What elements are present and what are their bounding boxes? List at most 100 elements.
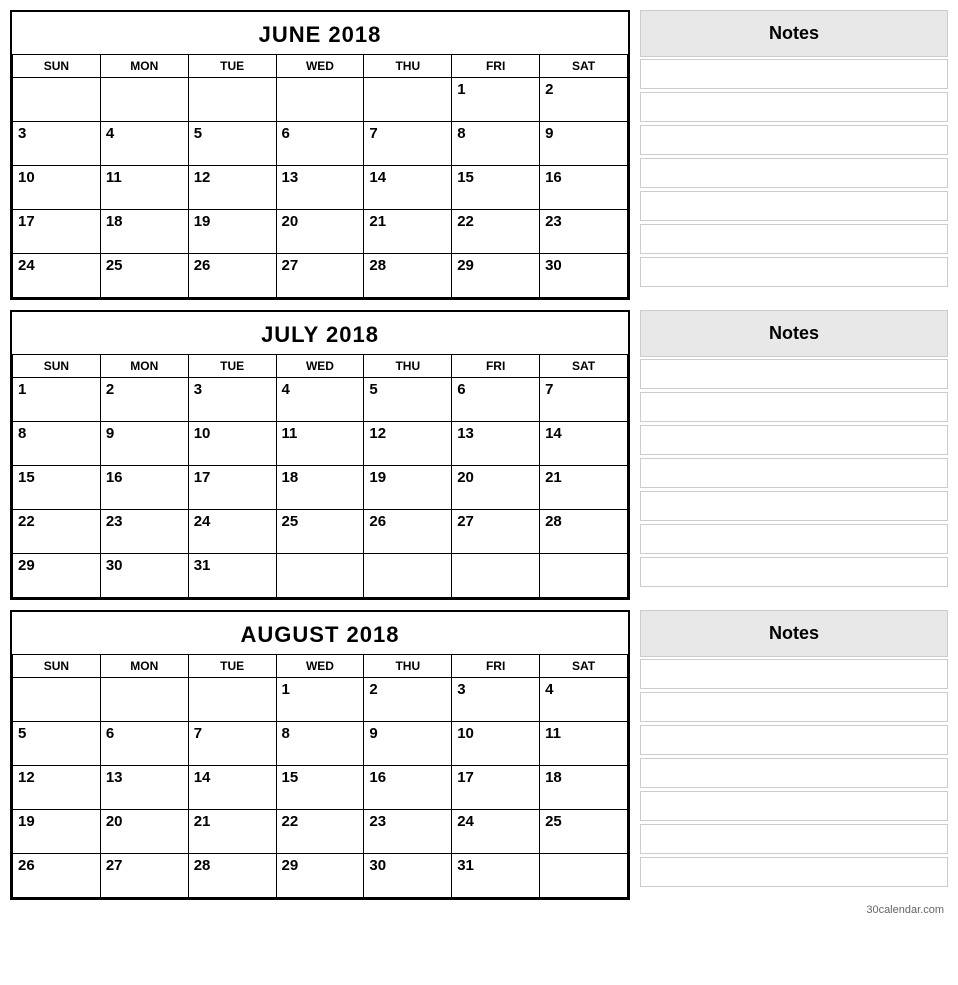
day-9: 9 (364, 722, 452, 766)
table-row: 262728293031 (13, 854, 628, 898)
notes-line[interactable] (640, 224, 948, 254)
day-header-thu: THU (364, 55, 452, 78)
calendar-table-june-2018: SUNMONTUEWEDTHUFRISAT1234567891011121314… (12, 54, 628, 298)
day-12: 12 (13, 766, 101, 810)
day-header-sat: SAT (540, 355, 628, 378)
day-8: 8 (452, 122, 540, 166)
table-row: 24252627282930 (13, 254, 628, 298)
notes-line[interactable] (640, 392, 948, 422)
day-17: 17 (188, 466, 276, 510)
day-3: 3 (188, 378, 276, 422)
day-6: 6 (100, 722, 188, 766)
day-header-wed: WED (276, 55, 364, 78)
day-2: 2 (100, 378, 188, 422)
day-5: 5 (364, 378, 452, 422)
table-row: 3456789 (13, 122, 628, 166)
notes-line[interactable] (640, 659, 948, 689)
notes-line[interactable] (640, 557, 948, 587)
notes-line[interactable] (640, 758, 948, 788)
day-20: 20 (100, 810, 188, 854)
day-7: 7 (540, 378, 628, 422)
day-9: 9 (100, 422, 188, 466)
empty-day (188, 78, 276, 122)
day-14: 14 (364, 166, 452, 210)
notes-line[interactable] (640, 59, 948, 89)
notes-header-2: Notes (640, 610, 948, 657)
notes-line[interactable] (640, 359, 948, 389)
notes-line[interactable] (640, 857, 948, 887)
empty-day (364, 554, 452, 598)
day-14: 14 (540, 422, 628, 466)
day-header-fri: FRI (452, 655, 540, 678)
day-header-wed: WED (276, 355, 364, 378)
day-27: 27 (100, 854, 188, 898)
table-row: 1234 (13, 678, 628, 722)
notes-line[interactable] (640, 491, 948, 521)
day-24: 24 (452, 810, 540, 854)
day-1: 1 (276, 678, 364, 722)
table-row: 293031 (13, 554, 628, 598)
day-10: 10 (13, 166, 101, 210)
day-12: 12 (188, 166, 276, 210)
day-9: 9 (540, 122, 628, 166)
notes-lines-2 (640, 659, 948, 900)
day-21: 21 (364, 210, 452, 254)
notes-line[interactable] (640, 425, 948, 455)
empty-day (100, 678, 188, 722)
day-29: 29 (13, 554, 101, 598)
notes-line[interactable] (640, 191, 948, 221)
day-2: 2 (540, 78, 628, 122)
table-row: 19202122232425 (13, 810, 628, 854)
day-25: 25 (540, 810, 628, 854)
day-14: 14 (188, 766, 276, 810)
day-header-sun: SUN (13, 55, 101, 78)
day-2: 2 (364, 678, 452, 722)
notes-line[interactable] (640, 725, 948, 755)
day-1: 1 (13, 378, 101, 422)
notes-line[interactable] (640, 92, 948, 122)
day-18: 18 (100, 210, 188, 254)
day-5: 5 (188, 122, 276, 166)
day-18: 18 (540, 766, 628, 810)
day-15: 15 (452, 166, 540, 210)
notes-line[interactable] (640, 125, 948, 155)
notes-line[interactable] (640, 257, 948, 287)
notes-line[interactable] (640, 458, 948, 488)
day-16: 16 (540, 166, 628, 210)
day-24: 24 (188, 510, 276, 554)
day-header-tue: TUE (188, 55, 276, 78)
day-20: 20 (452, 466, 540, 510)
day-header-mon: MON (100, 55, 188, 78)
day-header-wed: WED (276, 655, 364, 678)
day-11: 11 (276, 422, 364, 466)
table-row: 15161718192021 (13, 466, 628, 510)
day-6: 6 (452, 378, 540, 422)
table-row: 1234567 (13, 378, 628, 422)
day-header-sat: SAT (540, 55, 628, 78)
day-25: 25 (100, 254, 188, 298)
day-8: 8 (276, 722, 364, 766)
day-30: 30 (540, 254, 628, 298)
table-row: 10111213141516 (13, 166, 628, 210)
day-header-thu: THU (364, 655, 452, 678)
empty-day (276, 78, 364, 122)
day-26: 26 (364, 510, 452, 554)
footer-text: 30calendar.com (10, 900, 948, 916)
day-10: 10 (452, 722, 540, 766)
notes-line[interactable] (640, 791, 948, 821)
notes-line[interactable] (640, 158, 948, 188)
notes-line[interactable] (640, 524, 948, 554)
day-19: 19 (364, 466, 452, 510)
day-1: 1 (452, 78, 540, 122)
main-container: JUNE 2018SUNMONTUEWEDTHUFRISAT1234567891… (10, 10, 948, 900)
day-22: 22 (276, 810, 364, 854)
notes-line[interactable] (640, 692, 948, 722)
day-19: 19 (13, 810, 101, 854)
notes-line[interactable] (640, 824, 948, 854)
day-29: 29 (276, 854, 364, 898)
day-3: 3 (13, 122, 101, 166)
notes-column: NotesNotesNotes (640, 10, 948, 900)
notes-section-1: Notes (640, 310, 948, 600)
table-row: 567891011 (13, 722, 628, 766)
day-10: 10 (188, 422, 276, 466)
